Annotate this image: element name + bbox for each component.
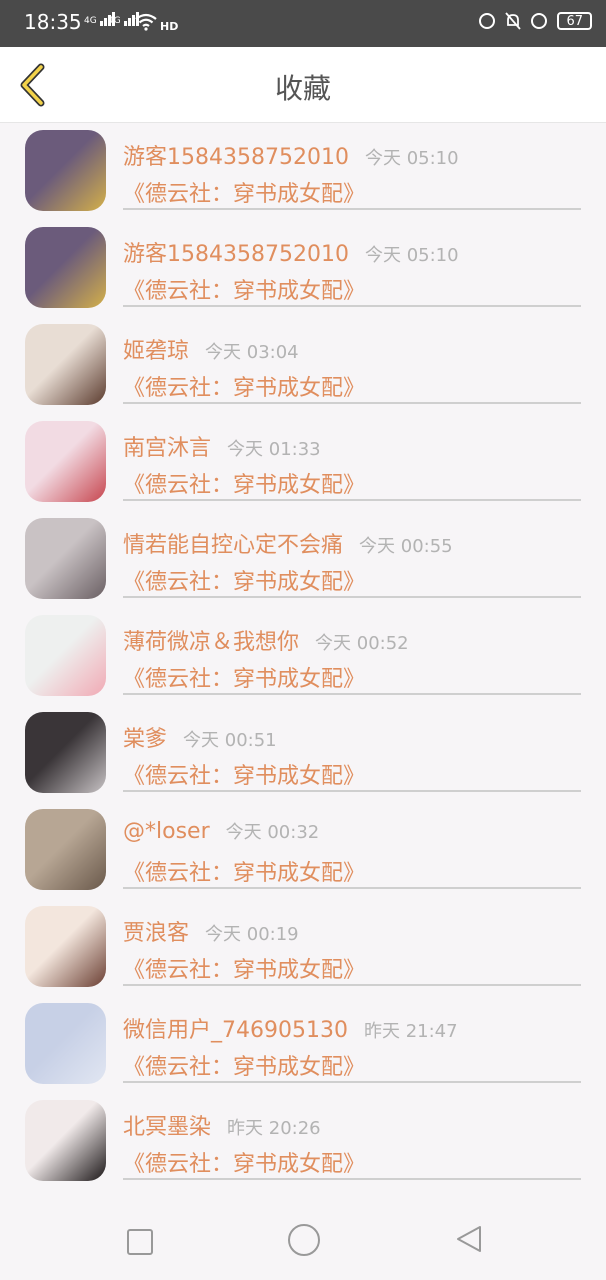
network-type-2: 4G <box>108 16 121 26</box>
list-item[interactable]: 姬砻琼 今天 03:04 《德云社：穿书成女配》 <box>0 316 606 413</box>
divider <box>123 790 581 792</box>
divider <box>123 887 581 889</box>
list-item-partial[interactable] <box>0 1189 606 1197</box>
book-title[interactable]: 《德云社：穿书成女配》 <box>123 467 365 499</box>
book-title[interactable]: 《德云社：穿书成女配》 <box>123 1146 365 1178</box>
divider <box>123 208 581 210</box>
status-bar: 18:35 4G 4G HD 67 <box>0 0 606 47</box>
user-name: 游客1584358752010 <box>123 145 349 170</box>
book-title[interactable]: 《德云社：穿书成女配》 <box>123 661 365 693</box>
user-name: 北冥墨染 <box>123 1115 212 1140</box>
avatar[interactable] <box>25 809 106 890</box>
list-item[interactable]: 微信用户_746905130 昨天 21:47 《德云社：穿书成女配》 <box>0 995 606 1092</box>
avatar[interactable] <box>25 324 106 405</box>
divider <box>123 596 581 598</box>
avatar[interactable] <box>25 1003 106 1084</box>
app-header: 收藏 <box>0 47 606 123</box>
timestamp: 今天 01:33 <box>227 439 321 460</box>
avatar[interactable] <box>25 1100 106 1181</box>
book-title[interactable]: 《德云社：穿书成女配》 <box>123 952 365 984</box>
user-name: 棠爹 <box>123 727 168 752</box>
list-item[interactable]: 情若能自控心定不会痛 今天 00:55 《德云社：穿书成女配》 <box>0 510 606 607</box>
user-name: 情若能自控心定不会痛 <box>123 533 344 558</box>
favorites-list: 游客1584358752010 今天 05:10 《德云社：穿书成女配》 游客15… <box>0 122 606 1197</box>
status-time: 18:35 <box>24 10 82 34</box>
system-nav-bar <box>0 1197 606 1280</box>
divider <box>123 402 581 404</box>
timestamp: 今天 05:10 <box>364 148 459 169</box>
list-item[interactable]: 北冥墨染 昨天 20:26 《德云社：穿书成女配》 <box>0 1092 606 1189</box>
avatar[interactable] <box>25 518 106 599</box>
avatar[interactable] <box>25 130 106 211</box>
user-name: 贾浪客 <box>123 921 190 946</box>
divider <box>123 1081 581 1083</box>
list-item[interactable]: 贾浪客 今天 00:19 《德云社：穿书成女配》 <box>0 898 606 995</box>
timestamp: 今天 00:55 <box>359 536 453 557</box>
timestamp: 今天 00:19 <box>205 924 299 945</box>
list-item[interactable]: 薄荷微凉＆我想你 今天 00:52 《德云社：穿书成女配》 <box>0 607 606 704</box>
avatar[interactable] <box>25 615 106 696</box>
recent-apps-button[interactable] <box>127 1229 153 1255</box>
list-item[interactable]: 棠爹 今天 00:51 《德云社：穿书成女配》 <box>0 704 606 801</box>
hd-badge: HD <box>160 20 179 33</box>
avatar[interactable] <box>25 421 106 502</box>
book-title[interactable]: 《德云社：穿书成女配》 <box>123 176 365 208</box>
timestamp: 今天 00:32 <box>225 822 320 843</box>
lock-rotation-icon <box>531 13 548 29</box>
timestamp: 今天 00:51 <box>183 730 277 751</box>
timestamp: 今天 00:52 <box>315 633 409 654</box>
wifi-icon <box>135 13 157 31</box>
divider <box>123 305 581 307</box>
page-title: 收藏 <box>274 72 331 105</box>
data-saver-icon <box>479 13 496 29</box>
avatar[interactable] <box>25 712 106 793</box>
avatar[interactable] <box>25 906 106 987</box>
book-title[interactable]: 《德云社：穿书成女配》 <box>123 758 365 790</box>
avatar[interactable] <box>25 227 106 308</box>
timestamp: 今天 05:10 <box>364 245 459 266</box>
home-button[interactable] <box>288 1224 320 1256</box>
book-title[interactable]: 《德云社：穿书成女配》 <box>123 273 365 305</box>
user-name: 薄荷微凉＆我想你 <box>123 630 300 655</box>
list-item[interactable]: 游客1584358752010 今天 05:10 《德云社：穿书成女配》 <box>0 122 606 219</box>
book-title[interactable]: 《德云社：穿书成女配》 <box>123 855 365 887</box>
network-type-1: 4G <box>84 16 97 26</box>
divider <box>123 499 581 501</box>
user-name: 微信用户_746905130 <box>123 1018 348 1043</box>
timestamp: 昨天 20:26 <box>227 1118 321 1139</box>
divider <box>123 693 581 695</box>
book-title[interactable]: 《德云社：穿书成女配》 <box>123 370 365 402</box>
user-name: @*loser <box>123 819 210 844</box>
timestamp: 今天 03:04 <box>205 342 299 363</box>
bell-off-icon <box>505 12 522 30</box>
book-title[interactable]: 《德云社：穿书成女配》 <box>123 1049 365 1081</box>
user-name: 南宫沐言 <box>123 436 212 461</box>
nav-back-icon[interactable] <box>454 1224 484 1254</box>
battery-indicator: 67 <box>557 12 592 30</box>
user-name: 姬砻琼 <box>123 339 190 364</box>
list-item[interactable]: 游客1584358752010 今天 05:10 《德云社：穿书成女配》 <box>0 219 606 316</box>
list-item[interactable]: 南宫沐言 今天 01:33 《德云社：穿书成女配》 <box>0 413 606 510</box>
book-title[interactable]: 《德云社：穿书成女配》 <box>123 564 365 596</box>
divider <box>123 984 581 986</box>
user-name: 游客1584358752010 <box>123 242 349 267</box>
timestamp: 昨天 21:47 <box>363 1021 458 1042</box>
list-item[interactable]: @*loser 今天 00:32 《德云社：穿书成女配》 <box>0 801 606 898</box>
divider <box>123 1178 581 1180</box>
